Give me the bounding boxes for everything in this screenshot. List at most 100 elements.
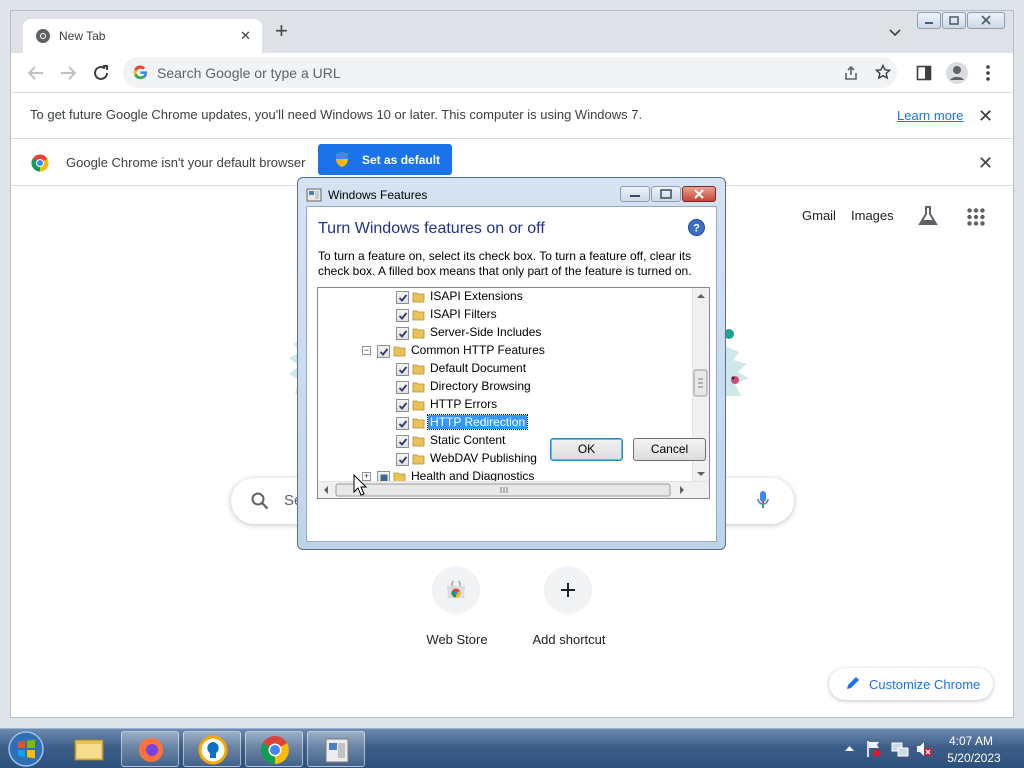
tree-row[interactable]: HTTP Redirection bbox=[318, 414, 691, 432]
plus-icon bbox=[560, 582, 576, 598]
tree-row[interactable]: Server-Side Includes bbox=[318, 324, 691, 342]
search-icon bbox=[251, 492, 269, 510]
web-store-icon bbox=[446, 581, 466, 599]
clock-time[interactable]: 4:07 AM bbox=[946, 734, 996, 748]
feature-checkbox[interactable] bbox=[396, 453, 409, 466]
tree-row-label: Default Document bbox=[430, 361, 527, 375]
pencil-icon bbox=[846, 676, 860, 690]
taskbar-windows-features[interactable] bbox=[307, 731, 365, 767]
feature-checkbox[interactable] bbox=[396, 291, 409, 304]
taskbar-explorer[interactable] bbox=[60, 731, 118, 767]
voice-search-mic-icon[interactable] bbox=[757, 490, 769, 510]
tree-row[interactable]: ISAPI Filters bbox=[318, 306, 691, 324]
learn-more-link[interactable]: Learn more bbox=[897, 108, 963, 123]
feature-checkbox[interactable] bbox=[377, 345, 390, 358]
back-arrow-icon[interactable] bbox=[27, 65, 45, 81]
customize-chrome-button[interactable]: Customize Chrome bbox=[829, 668, 993, 700]
folder-icon bbox=[412, 398, 425, 411]
side-panel-icon[interactable] bbox=[916, 65, 932, 81]
tab-new-tab[interactable]: New Tab ✕ bbox=[23, 19, 262, 53]
tab-search-chevron-icon[interactable] bbox=[889, 29, 901, 37]
images-link[interactable]: Images bbox=[851, 208, 894, 223]
reload-icon[interactable] bbox=[92, 64, 110, 82]
profile-avatar-icon[interactable] bbox=[946, 62, 968, 84]
taskbar-vpn[interactable] bbox=[183, 731, 241, 767]
feature-checkbox[interactable] bbox=[396, 399, 409, 412]
folder-icon bbox=[412, 308, 425, 321]
feature-checkbox[interactable] bbox=[396, 417, 409, 430]
collapse-icon[interactable]: − bbox=[362, 346, 371, 355]
tree-row[interactable]: Default Document bbox=[318, 360, 691, 378]
chrome-menu-icon[interactable] bbox=[986, 65, 990, 81]
toolbar: Search Google or type a URL bbox=[11, 53, 1013, 93]
taskbar-chrome[interactable] bbox=[245, 731, 303, 767]
set-as-default-button[interactable]: Set as default bbox=[318, 144, 452, 175]
feature-checkbox[interactable] bbox=[396, 309, 409, 322]
dialog-close-button[interactable] bbox=[682, 186, 716, 202]
tab-title: New Tab bbox=[59, 29, 106, 43]
window-minimize-button[interactable] bbox=[917, 12, 941, 29]
chrome-logo-icon bbox=[31, 154, 49, 172]
omnibox-placeholder: Search Google or type a URL bbox=[157, 65, 341, 81]
tree-row[interactable]: ISAPI Extensions bbox=[318, 288, 691, 306]
uac-shield-icon bbox=[334, 151, 350, 168]
windows7-infobar-close-icon[interactable]: ✕ bbox=[978, 107, 993, 125]
tree-row-label: ISAPI Extensions bbox=[430, 289, 523, 303]
web-store-tile[interactable] bbox=[432, 566, 480, 614]
bookmark-star-icon[interactable] bbox=[875, 64, 891, 80]
dialog-description: To turn a feature on, select its check b… bbox=[318, 249, 692, 278]
volume-muted-icon[interactable] bbox=[915, 740, 933, 758]
chrome-favicon-icon bbox=[35, 28, 51, 44]
tree-row-label: HTTP Errors bbox=[430, 397, 498, 411]
features-tree: ISAPI Extensions ISAPI Filters Server-Side… bbox=[317, 287, 710, 499]
feature-checkbox[interactable] bbox=[396, 435, 409, 448]
default-browser-close-icon[interactable]: ✕ bbox=[978, 154, 993, 172]
tray-expand-arrow-icon[interactable] bbox=[845, 745, 854, 751]
folder-icon bbox=[393, 344, 406, 357]
tree-row-label: ISAPI Filters bbox=[430, 307, 497, 321]
tree-row-label: WebDAV Publishing bbox=[430, 451, 537, 465]
dialog-minimize-button[interactable] bbox=[620, 186, 650, 202]
window-close-button[interactable] bbox=[967, 12, 1005, 29]
add-shortcut-tile[interactable] bbox=[544, 566, 592, 614]
add-shortcut-label[interactable]: Add shortcut bbox=[514, 632, 624, 647]
feature-checkbox[interactable] bbox=[396, 327, 409, 340]
web-store-label[interactable]: Web Store bbox=[402, 632, 512, 647]
folder-icon bbox=[412, 362, 425, 375]
action-center-flag-icon[interactable] bbox=[866, 740, 882, 758]
start-orb-icon[interactable] bbox=[7, 730, 45, 768]
tree-row[interactable]: HTTP Errors bbox=[318, 396, 691, 414]
google-g-icon bbox=[133, 65, 148, 80]
tab-close-icon[interactable]: ✕ bbox=[240, 28, 251, 44]
tree-row-label: Common HTTP Features bbox=[411, 343, 545, 357]
windows-features-title-icon bbox=[306, 187, 322, 203]
labs-flask-icon[interactable] bbox=[917, 205, 939, 227]
share-icon[interactable] bbox=[843, 65, 859, 81]
help-icon[interactable]: ? bbox=[688, 219, 705, 236]
feature-checkbox[interactable] bbox=[396, 381, 409, 394]
network-icon[interactable] bbox=[891, 740, 909, 758]
apps-grid-icon[interactable] bbox=[967, 208, 985, 226]
cancel-button[interactable]: Cancel bbox=[633, 438, 706, 461]
dialog-heading: Turn Windows features on or off bbox=[318, 220, 545, 237]
tree-horizontal-scrollbar[interactable] bbox=[318, 481, 709, 498]
new-tab-button[interactable]: + bbox=[275, 20, 288, 42]
tree-row[interactable]: Directory Browsing bbox=[318, 378, 691, 396]
folder-icon bbox=[412, 416, 425, 429]
forward-arrow-icon[interactable] bbox=[59, 65, 77, 81]
windows-taskbar: 4:07 AM 5/20/2023 bbox=[0, 728, 1024, 768]
doodle-right-icon bbox=[725, 326, 753, 406]
clock-date[interactable]: 5/20/2023 bbox=[944, 751, 1004, 765]
set-as-default-label: Set as default bbox=[362, 153, 441, 167]
taskbar-firefox[interactable] bbox=[121, 731, 179, 767]
default-browser-text: Google Chrome isn't your default browser bbox=[66, 155, 306, 170]
omnibox[interactable]: Search Google or type a URL bbox=[123, 57, 897, 88]
ok-button[interactable]: OK bbox=[550, 438, 623, 461]
feature-checkbox[interactable] bbox=[396, 363, 409, 376]
tree-row-label: HTTP Redirection bbox=[426, 414, 529, 430]
gmail-link[interactable]: Gmail bbox=[802, 208, 836, 223]
tree-row-label: Server-Side Includes bbox=[430, 325, 542, 339]
tree-row[interactable]: − Common HTTP Features bbox=[318, 342, 691, 360]
window-restore-button[interactable] bbox=[942, 12, 966, 29]
dialog-maximize-button[interactable] bbox=[651, 186, 681, 202]
